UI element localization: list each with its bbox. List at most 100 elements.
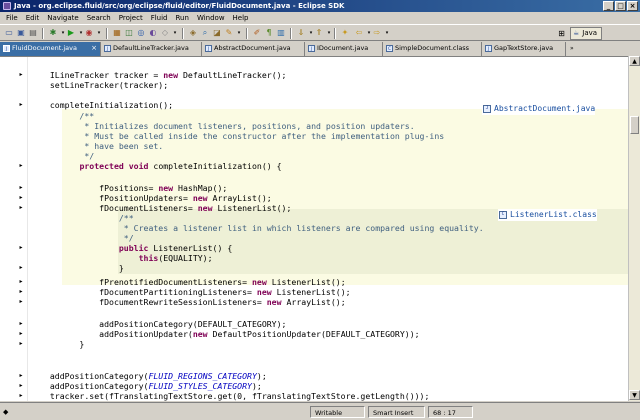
java-file-icon: J (104, 45, 111, 52)
external-tools-dropdown-icon[interactable]: ▾ (94, 28, 104, 38)
code-line: /** (40, 213, 134, 223)
writable-status: Writable (310, 406, 365, 418)
code-line: * Initializes document listeners, positi… (40, 121, 415, 131)
new-package-icon[interactable]: ◫ (124, 28, 134, 38)
scroll-down-icon[interactable]: ▼ (629, 390, 640, 400)
tab-fluiddocument[interactable]: J FluidDocument.java × (0, 42, 101, 56)
editor-ruler (0, 57, 28, 401)
maximize-button[interactable]: □ (615, 1, 626, 11)
code-line: /** (40, 111, 95, 121)
close-button[interactable]: × (627, 1, 638, 11)
toggle-annotation-icon[interactable]: ✎ (224, 28, 234, 38)
tab-label: SimpleDocument.class (395, 44, 470, 52)
code-line: ILineTracker tracker = new DefaultLineTr… (40, 70, 287, 80)
tab-gaptextstore[interactable]: J GapTextStore.java (482, 42, 566, 56)
fold-marker-icon[interactable]: ▸ (18, 279, 24, 285)
cursor-position-status: 68 : 17 (428, 406, 473, 418)
eclipse-app-icon (3, 2, 11, 10)
tab-overflow-icon[interactable]: » (566, 42, 586, 56)
code-line: this(EQUALITY); (138, 253, 213, 263)
last-edit-location-icon[interactable]: ✦ (340, 28, 350, 38)
mark-occurrences-icon[interactable]: ✐ (252, 28, 262, 38)
code-line: fDocumentPartitioningListeners= new List… (40, 287, 351, 297)
menu-file[interactable]: File (2, 12, 22, 24)
code-line: fPrenotifiedDocumentListeners= new Liste… (40, 277, 346, 287)
menu-navigate[interactable]: Navigate (43, 12, 82, 24)
menu-window[interactable]: Window (193, 12, 229, 24)
code-editor[interactable]: J AbstractDocument.java C ListenerList.c… (0, 56, 628, 401)
menu-edit[interactable]: Edit (22, 12, 44, 24)
prev-annotation-icon[interactable]: ⇑ (314, 28, 324, 38)
show-whitespace-icon[interactable]: ¶ (264, 28, 274, 38)
editor-vertical-scrollbar[interactable]: ▲ ▼ (628, 56, 640, 401)
next-annotation-icon[interactable]: ⇓ (296, 28, 306, 38)
tab-label: DefaultLineTracker.java (113, 44, 189, 52)
fold-marker-icon[interactable]: ▸ (18, 299, 24, 305)
open-perspective-icon[interactable]: ⊞ (556, 28, 567, 39)
fold-marker-icon[interactable]: ▸ (18, 373, 24, 379)
fold-marker-icon[interactable]: ▸ (18, 72, 24, 78)
new-element-icon[interactable]: ◇ (160, 28, 170, 38)
java-perspective-button[interactable]: ☕ Java (570, 27, 603, 40)
new-java-project-icon[interactable]: ▦ (112, 28, 122, 38)
java-perspective-label: Java (582, 29, 598, 37)
code-line: addPositionCategory(FLUID_REGIONS_CATEGO… (40, 371, 267, 381)
fold-marker-icon[interactable]: ▸ (18, 331, 24, 337)
new-interface-icon[interactable]: ◐ (148, 28, 158, 38)
fold-marker-icon[interactable]: ▸ (18, 245, 24, 251)
close-tab-icon[interactable]: × (91, 42, 97, 55)
scroll-up-icon[interactable]: ▲ (629, 56, 640, 66)
abstractdocument-callout[interactable]: J AbstractDocument.java (482, 103, 596, 115)
tab-defaultlinetracker[interactable]: J DefaultLineTracker.java (101, 42, 202, 56)
fold-marker-icon[interactable]: ▸ (18, 321, 24, 327)
code-line: fDocumentRewriteSessionListeners= new Ar… (40, 297, 346, 307)
menu-run[interactable]: Run (172, 12, 193, 24)
new-element-dropdown-icon[interactable]: ▾ (170, 28, 180, 38)
menu-project[interactable]: Project (115, 12, 147, 24)
fold-marker-icon[interactable]: ▸ (18, 195, 24, 201)
fold-marker-icon[interactable]: ▸ (18, 102, 24, 108)
debug-icon[interactable]: ✱ (48, 28, 58, 38)
fold-marker-icon[interactable]: ▸ (18, 383, 24, 389)
tab-label: GapTextStore.java (494, 44, 554, 52)
back-icon[interactable]: ⇦ (354, 28, 364, 38)
block-selection-icon[interactable]: ▥ (276, 28, 286, 38)
toggle-dropdown-icon[interactable]: ▾ (234, 28, 244, 38)
tab-abstractdocument[interactable]: J AbstractDocument.java (202, 42, 305, 56)
menu-search[interactable]: Search (83, 12, 115, 24)
new-class-icon[interactable]: ◎ (136, 28, 146, 38)
listenerlist-callout[interactable]: C ListenerList.class (498, 209, 597, 221)
save-icon[interactable]: ▣ (16, 28, 26, 38)
menu-bar: File Edit Navigate Search Project Fluid … (0, 12, 640, 24)
external-tools-icon[interactable]: ◉ (84, 28, 94, 38)
open-type-icon[interactable]: ◈ (188, 28, 198, 38)
menu-help[interactable]: Help (229, 12, 253, 24)
menu-fluid[interactable]: Fluid (147, 12, 172, 24)
run-icon[interactable]: ▶ (66, 28, 76, 38)
fold-marker-icon[interactable]: ▸ (18, 163, 24, 169)
forward-dropdown-icon[interactable]: ▾ (382, 28, 392, 38)
tab-simpledocument[interactable]: C SimpleDocument.class (383, 42, 482, 56)
fold-marker-icon[interactable]: ▸ (18, 289, 24, 295)
fold-marker-icon[interactable]: ▸ (18, 341, 24, 347)
tab-idocument[interactable]: J IDocument.java (305, 42, 383, 56)
code-line: tracker.set(fTranslatingTextStore.get(0,… (40, 391, 430, 401)
fold-marker-icon[interactable]: ▸ (18, 185, 24, 191)
search-icon[interactable]: ⌕ (200, 28, 210, 38)
new-icon[interactable]: ▭ (4, 28, 14, 38)
scroll-thumb[interactable] (630, 116, 639, 134)
code-line: addPositionCategory(FLUID_STYLES_CATEGOR… (40, 381, 262, 391)
minimize-button[interactable]: _ (603, 1, 614, 11)
fold-marker-icon[interactable]: ▸ (18, 393, 24, 399)
code-line: * Must be called inside the constructor … (40, 131, 445, 141)
prev-annotation-dropdown-icon[interactable]: ▾ (324, 28, 334, 38)
open-resource-icon[interactable]: ◪ (212, 28, 222, 38)
fast-view-icon[interactable]: ◆ (3, 407, 13, 417)
fold-marker-icon[interactable]: ▸ (18, 265, 24, 271)
java-file-icon: J (485, 45, 492, 52)
window-title: Java - org.eclipse.fluid/src/org/eclipse… (14, 2, 345, 10)
fold-marker-icon[interactable]: ▸ (18, 205, 24, 211)
class-file-icon: C (386, 45, 393, 52)
forward-icon[interactable]: ⇨ (372, 28, 382, 38)
print-icon[interactable]: ▤ (28, 28, 38, 38)
